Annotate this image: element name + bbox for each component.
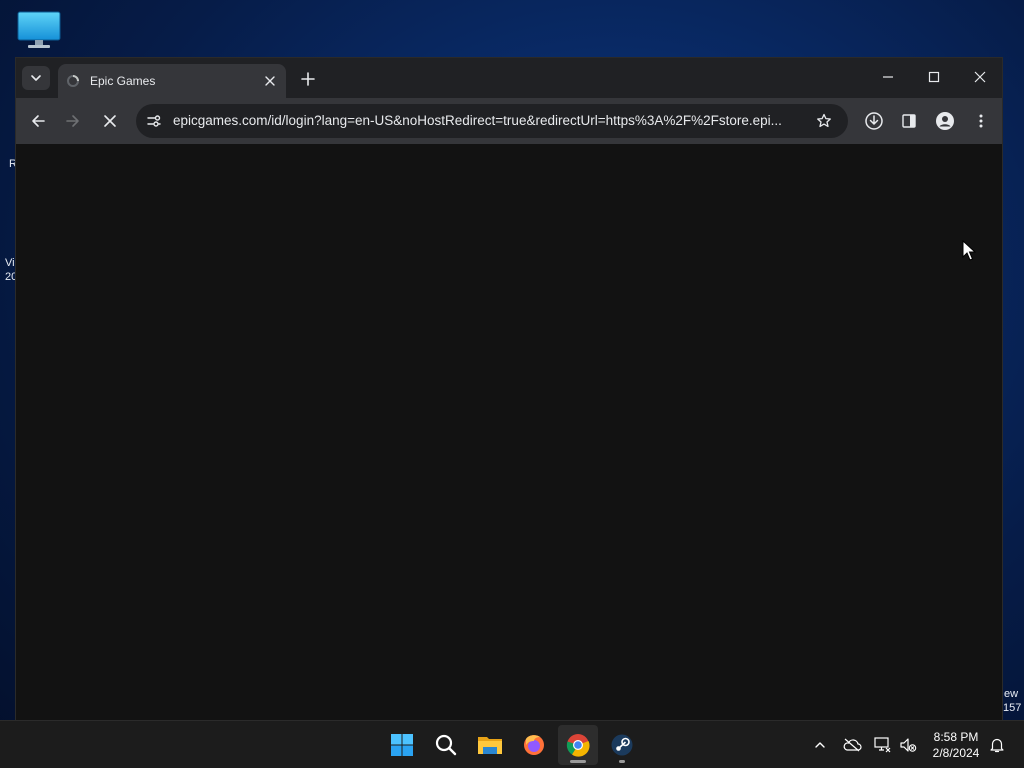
show-hidden-icons-button[interactable] bbox=[810, 735, 830, 755]
mouse-cursor-icon bbox=[962, 239, 977, 262]
clock-time: 8:58 PM bbox=[933, 730, 979, 744]
stop-loading-button[interactable] bbox=[95, 106, 125, 136]
start-button[interactable] bbox=[382, 725, 422, 765]
minimize-button[interactable] bbox=[865, 58, 911, 96]
taskbar-search-button[interactable] bbox=[426, 725, 466, 765]
chrome-button[interactable] bbox=[558, 725, 598, 765]
desktop-label-fragment: 157 bbox=[1003, 702, 1022, 714]
onedrive-button[interactable] bbox=[842, 735, 862, 755]
site-info-icon bbox=[147, 115, 161, 127]
notification-bell-icon bbox=[990, 738, 1004, 753]
bookmark-star-icon bbox=[817, 113, 831, 128]
browser-toolbar: epicgames.com/id/login?lang=en-US&noHost… bbox=[16, 98, 1002, 144]
bookmark-button[interactable] bbox=[812, 109, 836, 133]
network-button[interactable] bbox=[873, 735, 893, 755]
browser-titlebar[interactable]: Epic Games bbox=[16, 58, 1002, 98]
download-icon bbox=[865, 112, 883, 130]
onedrive-offline-icon bbox=[843, 738, 862, 752]
notifications-button[interactable] bbox=[987, 735, 1007, 755]
chevron-up-icon bbox=[815, 742, 825, 748]
page-content-area[interactable] bbox=[16, 144, 1002, 721]
address-bar[interactable]: epicgames.com/id/login?lang=en-US&noHost… bbox=[136, 104, 848, 138]
network-icon bbox=[874, 737, 891, 753]
windows-start-icon bbox=[391, 734, 413, 756]
running-indicator bbox=[619, 760, 625, 763]
back-arrow-icon bbox=[32, 115, 45, 127]
file-explorer-button[interactable] bbox=[470, 725, 510, 765]
search-icon bbox=[435, 734, 457, 756]
firefox-button[interactable] bbox=[514, 725, 554, 765]
side-panel-icon bbox=[902, 114, 916, 128]
chrome-icon bbox=[566, 734, 590, 757]
tab-close-button[interactable] bbox=[260, 71, 280, 91]
tab-search-button[interactable] bbox=[22, 66, 50, 90]
more-menu-button[interactable] bbox=[966, 106, 996, 136]
volume-button[interactable] bbox=[898, 735, 918, 755]
steam-button[interactable] bbox=[602, 725, 642, 765]
site-info-button[interactable] bbox=[142, 109, 166, 133]
taskbar-clock[interactable]: 8:58 PM 2/8/2024 bbox=[922, 729, 990, 761]
profile-icon bbox=[936, 112, 954, 130]
close-icon bbox=[974, 71, 986, 83]
chevron-down-icon bbox=[31, 75, 41, 81]
maximize-icon bbox=[928, 71, 940, 83]
steam-icon bbox=[611, 734, 633, 756]
back-button[interactable] bbox=[23, 106, 53, 136]
running-indicator bbox=[570, 760, 586, 763]
file-explorer-icon bbox=[478, 737, 502, 754]
downloads-button[interactable] bbox=[859, 106, 889, 136]
volume-muted-icon bbox=[900, 738, 917, 752]
url-text[interactable]: epicgames.com/id/login?lang=en-US&noHost… bbox=[173, 113, 805, 128]
minimize-icon bbox=[883, 76, 893, 78]
plus-icon bbox=[301, 72, 315, 86]
tab-title: Epic Games bbox=[90, 74, 156, 88]
side-panel-button[interactable] bbox=[894, 106, 924, 136]
tab-epic-games[interactable]: Epic Games bbox=[58, 64, 286, 98]
maximize-button[interactable] bbox=[911, 58, 957, 96]
close-icon bbox=[265, 76, 275, 86]
new-tab-button[interactable] bbox=[296, 67, 320, 91]
profile-button[interactable] bbox=[930, 106, 960, 136]
desktop-label-fragment: Vi bbox=[5, 257, 15, 269]
forward-button[interactable] bbox=[58, 106, 88, 136]
desktop-label-fragment: ew bbox=[1004, 688, 1019, 700]
clock-date: 2/8/2024 bbox=[932, 746, 980, 760]
more-menu-icon bbox=[979, 114, 983, 128]
stop-loading-icon bbox=[104, 115, 116, 127]
taskbar: 8:58 PM 2/8/2024 bbox=[0, 720, 1024, 768]
firefox-icon bbox=[524, 735, 544, 755]
this-pc-icon[interactable] bbox=[16, 10, 62, 52]
forward-arrow-icon bbox=[66, 115, 79, 127]
browser-window: Epic Games epicgames.com/id/login?lang=e… bbox=[15, 57, 1003, 721]
close-window-button[interactable] bbox=[957, 58, 1003, 96]
loading-favicon bbox=[66, 74, 80, 88]
